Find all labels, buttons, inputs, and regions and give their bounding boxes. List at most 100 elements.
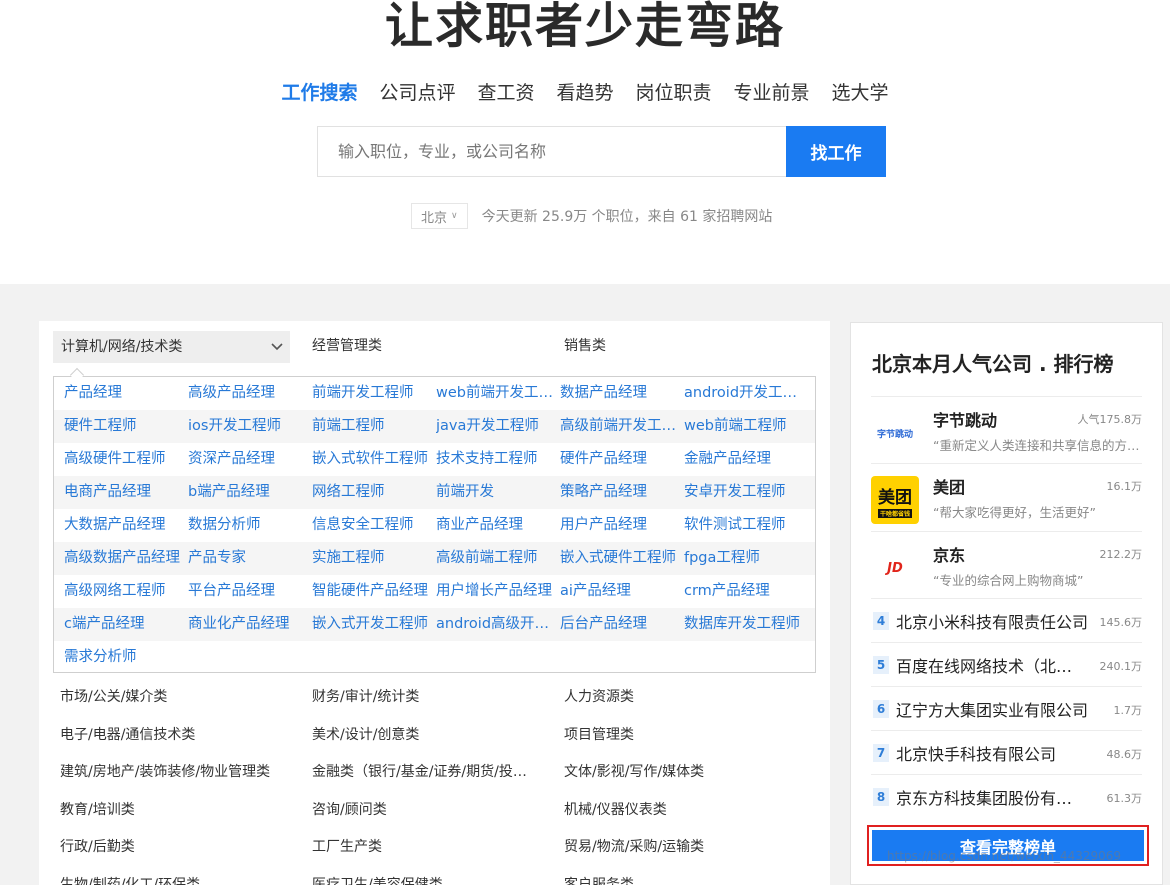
job-link[interactable]: 智能硬件产品经理: [312, 575, 434, 608]
job-link[interactable]: web前端开发工程师: [436, 377, 558, 410]
job-row: 需求分析师: [54, 641, 815, 674]
rank-item-4[interactable]: 4 北京小米科技有限责任公司 145.6万: [871, 598, 1142, 642]
category-link[interactable]: 工厂生产类: [312, 829, 532, 866]
nav-job-duties[interactable]: 岗位职责: [636, 80, 712, 106]
job-link[interactable]: 商业产品经理: [436, 509, 558, 542]
job-link[interactable]: fpga工程师: [684, 542, 806, 575]
rank-item-3[interactable]: JD 京东 212.2万 “专业的综合网上购物商城”: [871, 531, 1142, 598]
job-link[interactable]: ai产品经理: [560, 575, 682, 608]
category-link[interactable]: 机械/仪器仪表类: [564, 792, 784, 829]
job-link[interactable]: 高级网络工程师: [64, 575, 186, 608]
category-link[interactable]: 项目管理类: [564, 717, 784, 754]
category-tab-sales[interactable]: 销售类: [564, 328, 606, 365]
category-link[interactable]: 金融类（银行/基金/证券/期货/投资）: [312, 754, 532, 791]
job-link[interactable]: 金融产品经理: [684, 443, 806, 476]
rank-item-8[interactable]: 8 京东方科技集团股份有限公司 61.3万: [871, 774, 1142, 818]
category-tab-management[interactable]: 经营管理类: [312, 328, 382, 365]
job-link[interactable]: 高级产品经理: [188, 377, 310, 410]
hero-section: 让求职者少走弯路 工作搜索 公司点评 查工资 看趋势 岗位职责 专业前景 选大学…: [0, 0, 1170, 284]
job-link[interactable]: android高级开发工程师: [436, 608, 558, 641]
jd-logo: JD: [871, 544, 919, 592]
nav-major-prospects[interactable]: 专业前景: [734, 80, 810, 106]
company-name: 京东方科技集团股份有限公司: [896, 789, 1088, 808]
job-link[interactable]: 实施工程师: [312, 542, 434, 575]
job-link[interactable]: 产品专家: [188, 542, 310, 575]
job-link[interactable]: 网络工程师: [312, 476, 434, 509]
category-link[interactable]: 贸易/物流/采购/运输类: [564, 829, 784, 866]
job-link[interactable]: 前端开发: [436, 476, 558, 509]
category-link[interactable]: 财务/审计/统计类: [312, 679, 532, 716]
job-link[interactable]: 高级前端工程师: [436, 542, 558, 575]
job-link[interactable]: 产品经理: [64, 377, 186, 410]
job-link[interactable]: 嵌入式硬件工程师: [560, 542, 682, 575]
category-link[interactable]: 生物/制药/化工/环保类: [60, 867, 280, 885]
job-link[interactable]: 资深产品经理: [188, 443, 310, 476]
popularity: 240.1万: [1099, 660, 1143, 673]
job-link[interactable]: 数据产品经理: [560, 377, 682, 410]
job-link[interactable]: web前端工程师: [684, 410, 806, 443]
job-row: 大数据产品经理 数据分析师 信息安全工程师 商业产品经理 用户产品经理 软件测试工程师: [54, 509, 815, 542]
job-link[interactable]: ios开发工程师: [188, 410, 310, 443]
rank-item-1[interactable]: 字节跳动 字节跳动 人气175.8万 “重新定义人类连接和共享信息的方式”: [871, 396, 1142, 463]
city-selector[interactable]: 北京 ∨: [411, 203, 468, 229]
popularity: 212.2万: [1099, 548, 1143, 561]
search-input[interactable]: [317, 126, 786, 177]
job-link[interactable]: 嵌入式开发工程师: [312, 608, 434, 641]
rank-item-6[interactable]: 6 辽宁方大集团实业有限公司 1.7万: [871, 686, 1142, 730]
job-link[interactable]: 商业化产品经理: [188, 608, 310, 641]
job-link[interactable]: c端产品经理: [64, 608, 186, 641]
rank-item-5[interactable]: 5 百度在线网络技术（北京）有限公司 240.1万: [871, 642, 1142, 686]
nav-salary[interactable]: 查工资: [477, 80, 534, 106]
category-link[interactable]: 市场/公关/媒介类: [60, 679, 280, 716]
job-link[interactable]: 高级前端开发工程师: [560, 410, 682, 443]
category-link[interactable]: 行政/后勤类: [60, 829, 280, 866]
job-link[interactable]: 高级数据产品经理: [64, 542, 186, 575]
job-link[interactable]: 信息安全工程师: [312, 509, 434, 542]
popularity: 人气175.8万: [1077, 413, 1143, 426]
category-label: 计算机/网络/技术类: [61, 339, 183, 355]
job-link[interactable]: 嵌入式软件工程师: [312, 443, 434, 476]
job-link[interactable]: 用户增长产品经理: [436, 575, 558, 608]
job-link[interactable]: 需求分析师: [64, 641, 186, 674]
job-link[interactable]: 大数据产品经理: [64, 509, 186, 542]
job-link[interactable]: 前端开发工程师: [312, 377, 434, 410]
find-job-button[interactable]: 找工作: [786, 126, 886, 177]
rank-item-2[interactable]: 美团 干啥都省钱 美团 16.1万 “帮大家吃得更好，生活更好”: [871, 463, 1142, 531]
city-label: 北京: [421, 210, 448, 226]
category-link[interactable]: 医疗卫生/美容保健类: [312, 867, 532, 885]
job-link[interactable]: 硬件产品经理: [560, 443, 682, 476]
job-link[interactable]: b端产品经理: [188, 476, 310, 509]
job-link[interactable]: 软件测试工程师: [684, 509, 806, 542]
nav-choose-university[interactable]: 选大学: [832, 80, 889, 106]
job-link[interactable]: 数据分析师: [188, 509, 310, 542]
job-link[interactable]: java开发工程师: [436, 410, 558, 443]
category-link[interactable]: 教育/培训类: [60, 792, 280, 829]
rank-item-7[interactable]: 7 北京快手科技有限公司 48.6万: [871, 730, 1142, 774]
job-link[interactable]: 硬件工程师: [64, 410, 186, 443]
category-link[interactable]: 人力资源类: [564, 679, 784, 716]
category-link[interactable]: 客户服务类: [564, 867, 784, 885]
job-link[interactable]: 用户产品经理: [560, 509, 682, 542]
category-link[interactable]: 咨询/顾问类: [312, 792, 532, 829]
job-link[interactable]: 电商产品经理: [64, 476, 186, 509]
job-link[interactable]: 平台产品经理: [188, 575, 310, 608]
job-link[interactable]: android开发工程师: [684, 377, 806, 410]
nav-company-review[interactable]: 公司点评: [379, 80, 455, 106]
job-link[interactable]: crm产品经理: [684, 575, 806, 608]
category-link[interactable]: 电子/电器/通信技术类: [60, 717, 280, 754]
job-link[interactable]: 高级硬件工程师: [64, 443, 186, 476]
job-link[interactable]: 数据库开发工程师: [684, 608, 806, 641]
category-link[interactable]: 美术/设计/创意类: [312, 717, 532, 754]
nav-job-search[interactable]: 工作搜索: [281, 80, 357, 106]
category-tab-computer[interactable]: 计算机/网络/技术类: [53, 331, 290, 363]
nav-trends[interactable]: 看趋势: [556, 80, 613, 106]
job-link[interactable]: 后台产品经理: [560, 608, 682, 641]
job-link[interactable]: 前端工程师: [312, 410, 434, 443]
job-row: 产品经理 高级产品经理 前端开发工程师 web前端开发工程师 数据产品经理 android…: [54, 377, 815, 410]
job-link[interactable]: 安卓开发工程师: [684, 476, 806, 509]
job-link[interactable]: 技术支持工程师: [436, 443, 558, 476]
company-slogan: “专业的综合网上购物商城”: [933, 573, 1084, 588]
category-link[interactable]: 建筑/房地产/装饰装修/物业管理类: [60, 754, 280, 791]
job-link[interactable]: 策略产品经理: [560, 476, 682, 509]
category-link[interactable]: 文体/影视/写作/媒体类: [564, 754, 784, 791]
